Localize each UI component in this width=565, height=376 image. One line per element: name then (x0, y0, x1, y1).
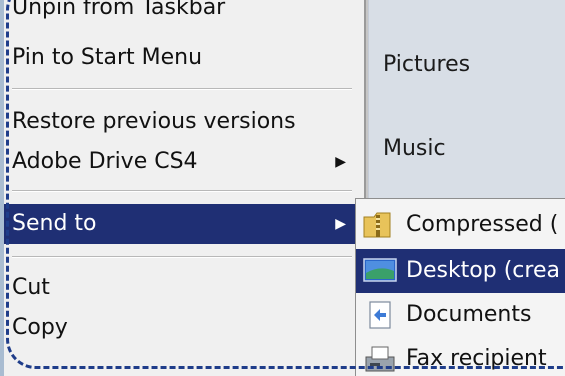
desktop-icon (362, 255, 398, 287)
menu-item-label: Restore previous versions (12, 109, 296, 134)
submenu-item-label: Desktop (crea (406, 258, 560, 283)
menu-item-pin-to-start-menu[interactable]: Pin to Start Menu (4, 38, 358, 78)
menu-separator (12, 256, 352, 258)
menu-item-label: Unpin from Taskbar (12, 0, 226, 20)
documents-icon (362, 299, 398, 331)
menu-item-label: Copy (12, 315, 68, 340)
menu-item-adobe-drive-cs4[interactable]: Adobe Drive CS4 ▶ (4, 142, 358, 182)
submenu-item-label: Documents (406, 302, 532, 327)
submenu-item-fax-recipient[interactable]: Fax recipient (356, 337, 565, 376)
menu-separator (12, 88, 352, 90)
fax-icon (362, 343, 398, 375)
zip-folder-icon (362, 209, 398, 241)
start-menu-right-panel: Pictures Music (368, 0, 565, 200)
menu-item-cut[interactable]: Cut (4, 268, 358, 308)
submenu-item-compressed-folder[interactable]: Compressed ( (356, 203, 565, 247)
menu-item-unpin-from-taskbar[interactable]: Unpin from Taskbar (4, 0, 358, 28)
menu-item-label: Pin to Start Menu (12, 45, 203, 70)
submenu-item-label: Fax recipient (406, 346, 547, 371)
menu-item-send-to[interactable]: Send to ▶ (4, 204, 358, 244)
send-to-submenu: Compressed ( Desktop (crea Documents Fax… (355, 198, 565, 376)
start-item-music[interactable]: Music (383, 136, 446, 161)
menu-item-copy[interactable]: Copy (4, 308, 358, 348)
menu-item-restore-previous-versions[interactable]: Restore previous versions (4, 102, 358, 142)
start-item-pictures[interactable]: Pictures (383, 52, 470, 77)
submenu-item-label: Compressed ( (406, 212, 559, 237)
context-menu: Unpin from Taskbar Pin to Start Menu Res… (4, 0, 366, 376)
menu-item-label: Send to (12, 211, 97, 236)
submenu-item-documents[interactable]: Documents (356, 293, 565, 337)
submenu-arrow-icon: ▶ (335, 216, 346, 232)
menu-separator (12, 190, 352, 192)
screenshot-stage: Pictures Music Unpin from Taskbar Pin to… (0, 0, 565, 376)
menu-item-label: Adobe Drive CS4 (12, 149, 198, 174)
menu-item-label: Cut (12, 275, 50, 300)
submenu-arrow-icon: ▶ (335, 154, 346, 170)
submenu-item-desktop[interactable]: Desktop (crea (356, 249, 565, 293)
